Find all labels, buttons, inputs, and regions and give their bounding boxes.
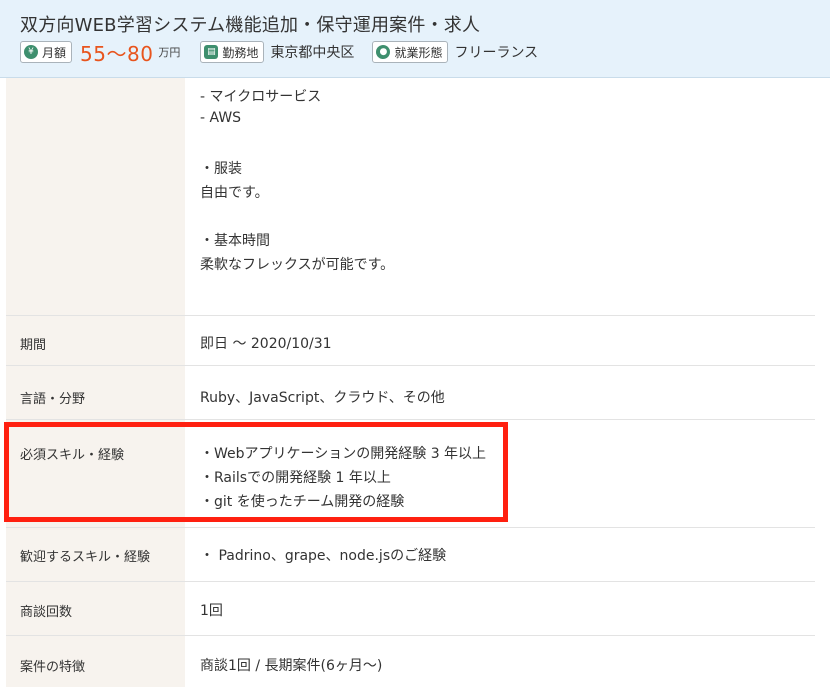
- row-label-period: 期間: [20, 338, 47, 353]
- row-value-welcome-skills: ・ Padrino、grape、node.jsのご経験: [200, 548, 447, 564]
- row-value-languages: Ruby、JavaScript、クラウド、その他: [200, 390, 445, 406]
- yen-icon: ¥: [24, 45, 38, 59]
- salary-label: 月額: [42, 45, 67, 60]
- description-line: ・服装: [200, 161, 242, 177]
- row-divider: [6, 527, 815, 528]
- required-skills-highlight: [4, 422, 508, 522]
- row-divider: [6, 419, 815, 420]
- job-meta: ¥ 月額 55〜80 万円 ▤ 勤務地 東京都中央区 ● 就業形態 フリーランス: [20, 40, 556, 66]
- description-line: - AWS: [200, 110, 242, 126]
- salary-tag: ¥ 月額: [20, 41, 73, 63]
- salary-value: 55〜80: [80, 41, 154, 66]
- value-column: [185, 78, 815, 687]
- row-label-languages: 言語・分野: [20, 392, 86, 407]
- row-value-interview-count: 1回: [200, 603, 223, 619]
- job-header: 双方向WEB学習システム機能追加・保守運用案件・求人 ¥ 月額 55〜80 万円…: [0, 0, 830, 78]
- row-value-period: 即日 〜 2020/10/31: [200, 336, 332, 352]
- description-line: 自由です。: [200, 185, 269, 201]
- location-value: 東京都中央区: [270, 45, 355, 61]
- employment-label: 就業形態: [394, 45, 443, 60]
- label-column: [6, 78, 185, 687]
- description-line: ・基本時間: [200, 233, 270, 249]
- location-label: 勤務地: [222, 45, 259, 60]
- job-title: 双方向WEB学習システム機能追加・保守運用案件・求人: [20, 15, 481, 36]
- description-line: 柔軟なフレックスが可能です。: [200, 257, 395, 273]
- row-divider: [6, 581, 815, 582]
- row-divider: [6, 635, 815, 636]
- row-divider: [6, 365, 815, 366]
- description-line: - マイクロサービス: [200, 89, 322, 105]
- person-icon: ●: [376, 45, 391, 59]
- row-value-features: 商談1回 / 長期案件(6ヶ月〜): [200, 658, 383, 674]
- row-label-interview-count: 商談回数: [20, 605, 73, 620]
- employment-tag: ● 就業形態: [372, 41, 449, 63]
- job-details-table: - マイクロサービス - AWS ・服装 自由です。 ・基本時間 柔軟なフレック…: [0, 78, 830, 687]
- row-label-welcome-skills: 歓迎するスキル・経験: [20, 550, 151, 565]
- employment-value: フリーランス: [454, 45, 539, 61]
- document-icon: ▤: [204, 45, 219, 59]
- row-divider: [6, 315, 815, 316]
- location-tag: ▤ 勤務地: [200, 41, 265, 63]
- row-label-features: 案件の特徴: [20, 660, 86, 675]
- salary-unit: 万円: [158, 46, 181, 59]
